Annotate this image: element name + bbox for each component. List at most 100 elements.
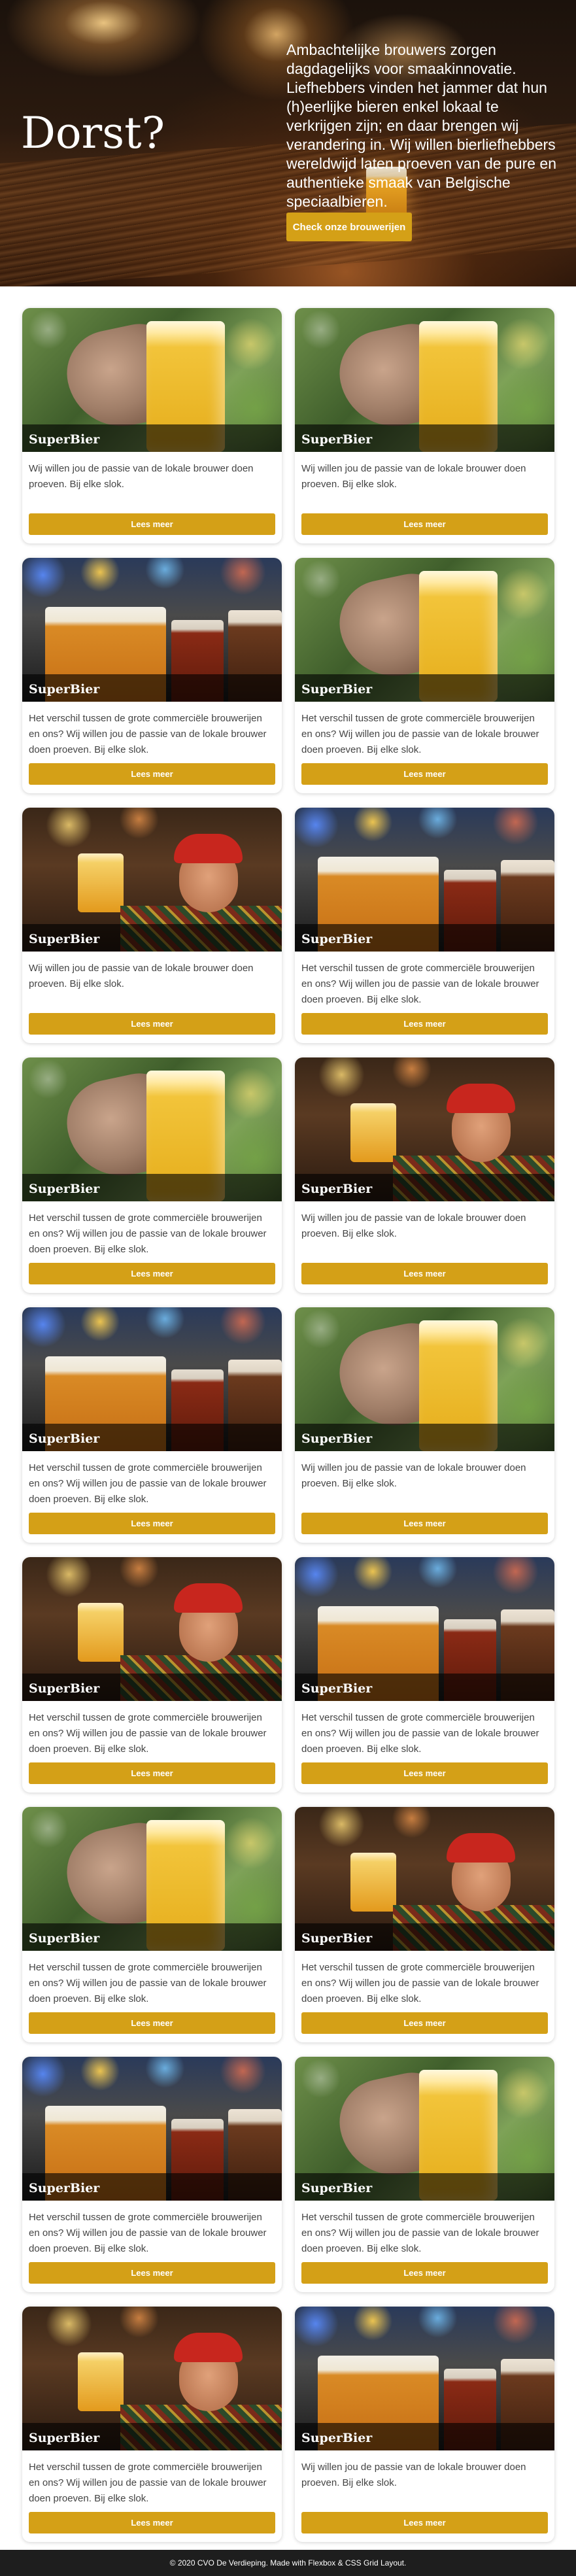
- read-more-button[interactable]: Lees meer: [29, 1013, 275, 1035]
- card-description: Wij willen jou de passie van de lokale b…: [29, 963, 254, 989]
- read-more-button[interactable]: Lees meer: [29, 1513, 275, 1534]
- hero-title: Dorst?: [21, 108, 165, 158]
- read-more-button[interactable]: Lees meer: [301, 2512, 548, 2533]
- hero-banner: Dorst? Ambachtelijke brouwers zorgen dag…: [0, 0, 576, 286]
- read-more-button[interactable]: Lees meer: [29, 2012, 275, 2034]
- card-title: SuperBier: [29, 1432, 100, 1446]
- card-image: SuperBier: [22, 808, 282, 952]
- card-title: SuperBier: [301, 1681, 373, 1696]
- card-title: SuperBier: [29, 2431, 100, 2445]
- card-description: Het verschil tussen de grote commerciële…: [29, 1462, 267, 1505]
- check-breweries-button[interactable]: Check onze brouwerijen: [286, 213, 412, 241]
- brewery-card: SuperBier Wij willen jou de passie van de…: [295, 1057, 554, 1293]
- card-title-overlay: SuperBier: [295, 1923, 554, 1951]
- card-description: Het verschil tussen de grote commerciële…: [29, 2212, 267, 2254]
- footer-copyright: © 2020 CVO De Verdieping. Made with Flex…: [169, 2558, 407, 2567]
- card-image: SuperBier: [22, 558, 282, 702]
- card-title-overlay: SuperBier: [295, 924, 554, 952]
- photo-detail-pint: [78, 2352, 124, 2411]
- read-more-button[interactable]: Lees meer: [301, 1513, 548, 1534]
- card-title-overlay: SuperBier: [22, 924, 282, 952]
- photo-detail-cap: [174, 1583, 243, 1613]
- card-image: SuperBier: [22, 1557, 282, 1701]
- photo-detail-cap: [174, 834, 243, 863]
- photo-detail-cap: [447, 1084, 515, 1113]
- card-title-overlay: SuperBier: [295, 1674, 554, 1701]
- card-description: Het verschil tussen de grote commerciële…: [29, 1962, 267, 2004]
- photo-detail-cap: [447, 1833, 515, 1863]
- card-description: Het verschil tussen de grote commerciële…: [301, 1962, 539, 2004]
- read-more-button[interactable]: Lees meer: [301, 1762, 548, 1784]
- brewery-card: SuperBier Het verschil tussen de grote co…: [22, 558, 282, 793]
- card-image: SuperBier: [22, 1807, 282, 1951]
- card-description: Het verschil tussen de grote commerciële…: [301, 2212, 539, 2254]
- read-more-button[interactable]: Lees meer: [301, 513, 548, 535]
- card-title: SuperBier: [301, 932, 373, 946]
- read-more-button[interactable]: Lees meer: [29, 513, 275, 535]
- card-image: SuperBier: [22, 2057, 282, 2201]
- photo-detail-pint: [78, 853, 124, 912]
- card-title-overlay: SuperBier: [22, 1923, 282, 1951]
- card-image: SuperBier: [22, 2307, 282, 2450]
- card-title-overlay: SuperBier: [295, 1424, 554, 1451]
- brewery-card: SuperBier Het verschil tussen de grote co…: [22, 1307, 282, 1543]
- card-title-overlay: SuperBier: [22, 2423, 282, 2450]
- brewery-card-grid: SuperBier Wij willen jou de passie van de…: [0, 286, 576, 2550]
- card-description: Wij willen jou de passie van de lokale b…: [301, 1462, 526, 1489]
- card-title: SuperBier: [301, 1931, 373, 1946]
- card-description: Het verschil tussen de grote commerciële…: [29, 2462, 267, 2504]
- card-title: SuperBier: [29, 1931, 100, 1946]
- card-image: SuperBier: [295, 2307, 554, 2450]
- read-more-button[interactable]: Lees meer: [301, 2262, 548, 2284]
- card-image: SuperBier: [295, 308, 554, 452]
- card-title: SuperBier: [29, 1681, 100, 1696]
- card-description: Het verschil tussen de grote commerciële…: [301, 713, 539, 755]
- card-title-overlay: SuperBier: [22, 1424, 282, 1451]
- card-title: SuperBier: [301, 432, 373, 447]
- card-title: SuperBier: [301, 2181, 373, 2195]
- read-more-button[interactable]: Lees meer: [29, 2512, 275, 2533]
- read-more-button[interactable]: Lees meer: [301, 1013, 548, 1035]
- brewery-card: SuperBier Het verschil tussen de grote co…: [22, 2307, 282, 2542]
- card-title-overlay: SuperBier: [295, 2423, 554, 2450]
- brewery-card: SuperBier Wij willen jou de passie van de…: [295, 1307, 554, 1543]
- photo-detail-pint: [350, 1103, 396, 1162]
- read-more-button[interactable]: Lees meer: [29, 2262, 275, 2284]
- card-description: Het verschil tussen de grote commerciële…: [29, 713, 267, 755]
- page-footer: © 2020 CVO De Verdieping. Made with Flex…: [0, 2550, 576, 2576]
- card-description: Wij willen jou de passie van de lokale b…: [301, 2462, 526, 2488]
- read-more-button[interactable]: Lees meer: [301, 2012, 548, 2034]
- photo-detail-pint: [78, 1603, 124, 1662]
- photo-detail-cap: [174, 2333, 243, 2362]
- brewery-card: SuperBier Het verschil tussen de grote co…: [295, 1807, 554, 2042]
- brewery-card: SuperBier Het verschil tussen de grote co…: [295, 558, 554, 793]
- card-title: SuperBier: [29, 432, 100, 447]
- card-title: SuperBier: [29, 932, 100, 946]
- read-more-button[interactable]: Lees meer: [301, 763, 548, 785]
- photo-detail-pint: [350, 1853, 396, 1912]
- card-title: SuperBier: [301, 1432, 373, 1446]
- card-title: SuperBier: [29, 1182, 100, 1196]
- brewery-card: SuperBier Het verschil tussen de grote co…: [22, 1807, 282, 2042]
- brewery-card: SuperBier Het verschil tussen de grote co…: [295, 2057, 554, 2292]
- card-description: Wij willen jou de passie van de lokale b…: [301, 1212, 526, 1239]
- card-description: Het verschil tussen de grote commerciële…: [301, 1712, 539, 1755]
- brewery-card: SuperBier Het verschil tussen de grote co…: [295, 1557, 554, 1793]
- card-image: SuperBier: [22, 1307, 282, 1451]
- card-title: SuperBier: [29, 682, 100, 696]
- read-more-button[interactable]: Lees meer: [301, 1263, 548, 1284]
- hero-intro-text: Ambachtelijke brouwers zorgen dagdagelij…: [286, 41, 556, 210]
- card-image: SuperBier: [295, 1557, 554, 1701]
- read-more-button[interactable]: Lees meer: [29, 763, 275, 785]
- card-title: SuperBier: [29, 2181, 100, 2195]
- card-title-overlay: SuperBier: [22, 2173, 282, 2201]
- card-title-overlay: SuperBier: [295, 2173, 554, 2201]
- read-more-button[interactable]: Lees meer: [29, 1263, 275, 1284]
- card-title-overlay: SuperBier: [22, 424, 282, 452]
- brewery-card: SuperBier Wij willen jou de passie van de…: [295, 308, 554, 543]
- read-more-button[interactable]: Lees meer: [29, 1762, 275, 1784]
- card-title-overlay: SuperBier: [295, 674, 554, 702]
- brewery-card: SuperBier Het verschil tussen de grote co…: [22, 1057, 282, 1293]
- brewery-card: SuperBier Het verschil tussen de grote co…: [295, 808, 554, 1043]
- card-title-overlay: SuperBier: [22, 674, 282, 702]
